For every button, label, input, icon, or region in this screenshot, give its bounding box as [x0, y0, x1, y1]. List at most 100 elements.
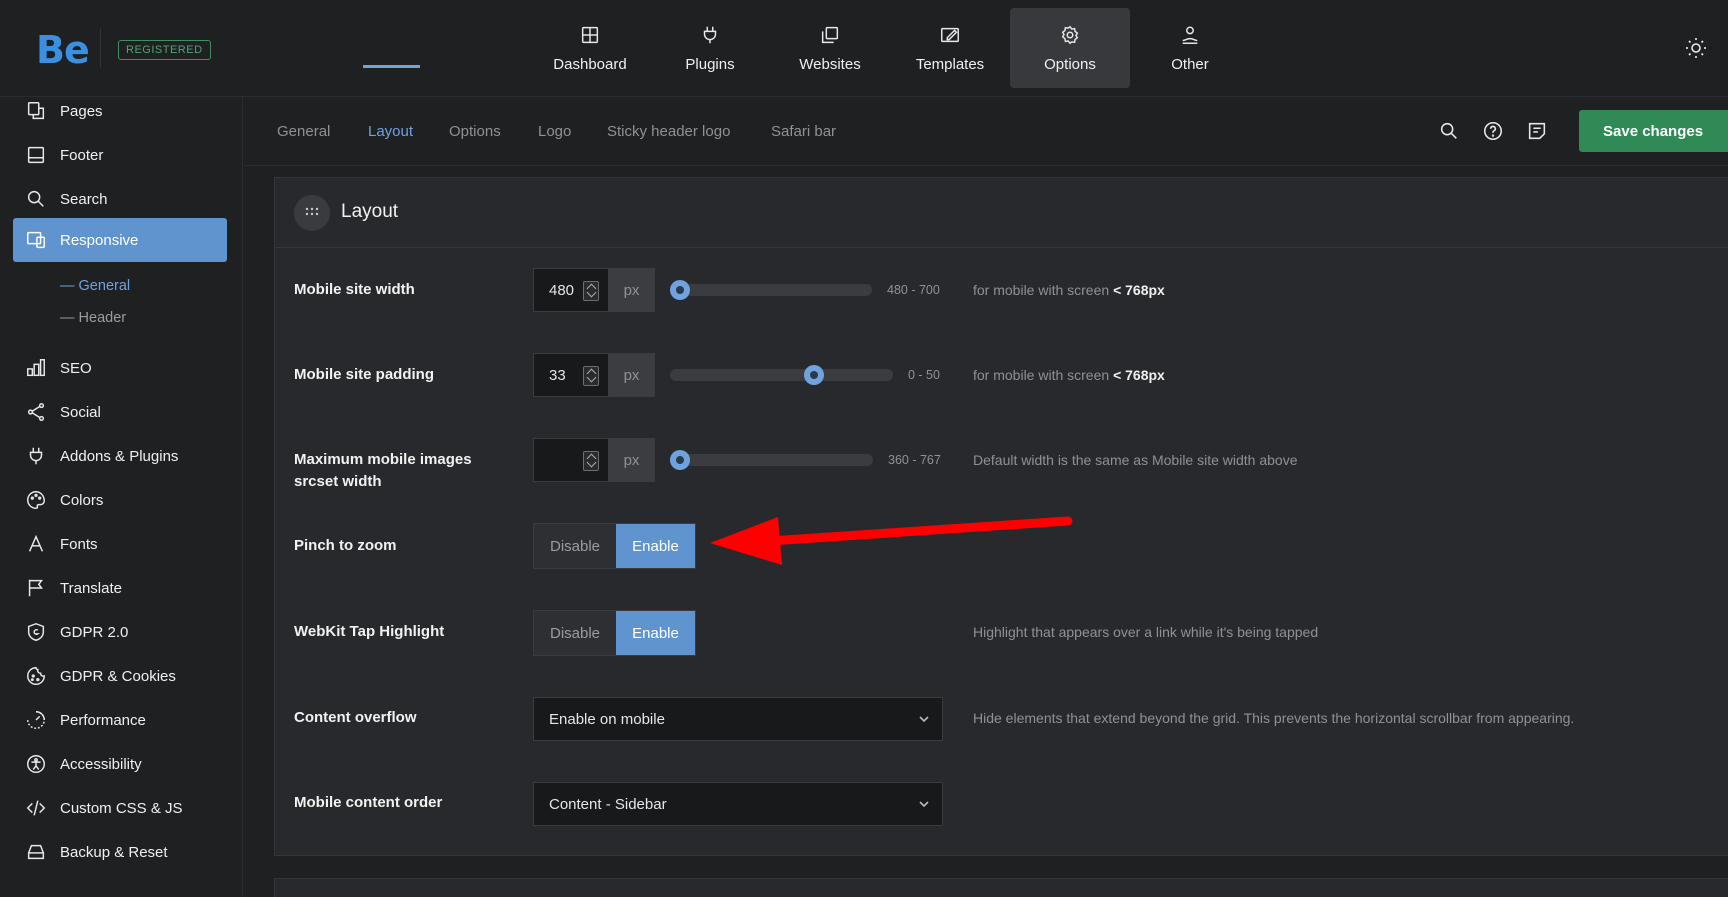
user-hand-icon: [1182, 25, 1198, 44]
sidebar-item-gdpr[interactable]: GDPR 2.0: [13, 610, 227, 654]
sidebar-item-label: Addons & Plugins: [60, 447, 179, 465]
shield-icon: [27, 622, 45, 642]
chevron-down-icon: [917, 797, 931, 811]
stepper-icon[interactable]: [583, 451, 599, 471]
unit-label: px: [608, 268, 655, 312]
stepper-icon[interactable]: [583, 366, 599, 386]
sidebar-subitem-general[interactable]: — General: [60, 278, 130, 294]
sidebar-item-social[interactable]: Social: [13, 390, 227, 434]
sidebar-item-responsive[interactable]: Responsive: [13, 218, 227, 262]
sidebar-item-pages[interactable]: Pages: [13, 89, 227, 133]
logo[interactable]: Be: [36, 28, 90, 72]
seo-chart-icon: [27, 359, 45, 377]
mobile-width-input[interactable]: 480: [533, 268, 608, 312]
theme-toggle-button[interactable]: [1684, 36, 1710, 62]
pages-icon: [27, 102, 45, 120]
drag-handle-icon[interactable]: [294, 195, 330, 231]
sidebar-item-label: Accessibility: [60, 755, 142, 773]
sidebar-item-performance[interactable]: Performance: [13, 698, 227, 742]
help-button[interactable]: [1482, 120, 1504, 142]
search-icon: [1440, 122, 1457, 139]
sidebar-item-seo[interactable]: SEO: [13, 346, 227, 390]
sidebar-item-colors[interactable]: Colors: [13, 478, 227, 522]
performance-icon: [27, 711, 45, 729]
notes-button[interactable]: [1526, 120, 1548, 142]
sidebar-item-custom-code[interactable]: Custom CSS & JS: [13, 786, 227, 830]
sidebar-item-backup[interactable]: Backup & Reset: [13, 830, 227, 874]
content-order-select[interactable]: Content - Sidebar: [533, 782, 943, 826]
sidebar-item-label: SEO: [60, 359, 92, 377]
sidebar-item-translate[interactable]: Translate: [13, 566, 227, 610]
nav-other[interactable]: Other: [1130, 8, 1250, 88]
enable-option[interactable]: Enable: [616, 611, 695, 655]
hint-emphasis: < 768px: [1113, 282, 1165, 298]
nav-dashboard[interactable]: Dashboard: [530, 8, 650, 88]
sidebar-item-accessibility[interactable]: Accessibility: [13, 742, 227, 786]
nav-websites[interactable]: Websites: [770, 8, 890, 88]
responsive-icon: [27, 231, 45, 249]
sidebar-item-search[interactable]: Search: [13, 177, 227, 221]
pinch-zoom-toggle: Disable Enable: [533, 523, 696, 569]
sidebar-item-label: Pages: [60, 102, 103, 120]
subtab-bar: General Layout Options Logo Sticky heade…: [244, 97, 1728, 166]
divider: [100, 28, 101, 68]
nav-plugins[interactable]: Plugins: [650, 8, 770, 88]
select-value: Enable on mobile: [549, 710, 665, 728]
sidebar-item-addons[interactable]: Addons & Plugins: [13, 434, 227, 478]
mobile-padding-input[interactable]: 33: [533, 353, 608, 397]
sidebar-item-label: Performance: [60, 711, 146, 729]
tab-sticky-header-logo[interactable]: Sticky header logo: [607, 123, 730, 140]
backup-icon: [27, 844, 45, 860]
mobile-padding-slider[interactable]: [670, 365, 893, 385]
slider-handle[interactable]: [670, 450, 690, 470]
search-button[interactable]: [1438, 120, 1460, 142]
srcset-width-input[interactable]: [533, 438, 608, 482]
field-label: Mobile site width: [294, 281, 415, 298]
nav-templates[interactable]: Templates: [890, 8, 1010, 88]
tab-general[interactable]: General: [277, 123, 330, 140]
tab-safari-bar[interactable]: Safari bar: [771, 123, 836, 140]
sidebar-item-label: Fonts: [60, 535, 98, 553]
sidebar-subitem-header[interactable]: — Header: [60, 310, 126, 326]
disable-option[interactable]: Disable: [534, 611, 616, 655]
notes-icon: [1528, 122, 1546, 140]
panel-header: Layout: [275, 178, 1728, 248]
tab-logo[interactable]: Logo: [538, 123, 571, 140]
nav-label: Dashboard: [553, 55, 627, 73]
tab-options[interactable]: Options: [449, 123, 501, 140]
nav-options[interactable]: Options: [1010, 8, 1130, 88]
sidebar-item-footer[interactable]: Footer: [13, 133, 227, 177]
chevron-down-icon: [917, 712, 931, 726]
sun-icon: [1686, 38, 1706, 58]
sidebar-subitem-label: General: [78, 278, 131, 294]
input-value: 480: [549, 281, 575, 299]
sidebar: Pages Footer Search Responsive — General…: [0, 97, 243, 897]
disable-option[interactable]: Disable: [534, 524, 616, 568]
sidebar-item-fonts[interactable]: Fonts: [13, 522, 227, 566]
mobile-width-slider[interactable]: [670, 280, 872, 300]
sidebar-item-gdpr-cookies[interactable]: GDPR & Cookies: [13, 654, 227, 698]
content-overflow-select[interactable]: Enable on mobile: [533, 697, 943, 741]
plug-icon: [703, 26, 717, 43]
input-value: 33: [549, 366, 566, 384]
search-icon: [27, 190, 44, 207]
templates-icon: [941, 27, 959, 42]
sidebar-item-label: GDPR 2.0: [60, 623, 129, 641]
save-button[interactable]: Save changes: [1579, 110, 1728, 152]
tab-layout[interactable]: Layout: [368, 123, 413, 140]
annotation-arrow: [710, 516, 1073, 565]
slider-handle[interactable]: [670, 280, 690, 300]
sidebar-subitem-label: Header: [78, 310, 127, 326]
gear-icon: [1061, 25, 1079, 44]
hint-text: for mobile with screen < 768px: [973, 367, 1165, 383]
sidebar-item-label: Translate: [60, 579, 122, 597]
nav-label: Options: [1044, 55, 1096, 73]
slider-handle[interactable]: [803, 365, 824, 385]
stepper-icon[interactable]: [583, 281, 599, 301]
palette-icon: [27, 491, 45, 509]
nav-label: Websites: [799, 55, 861, 73]
active-tab-indicator: [363, 65, 420, 68]
enable-option[interactable]: Enable: [616, 524, 695, 568]
hint-text: for mobile with screen < 768px: [973, 282, 1165, 298]
srcset-width-slider[interactable]: [670, 450, 873, 470]
